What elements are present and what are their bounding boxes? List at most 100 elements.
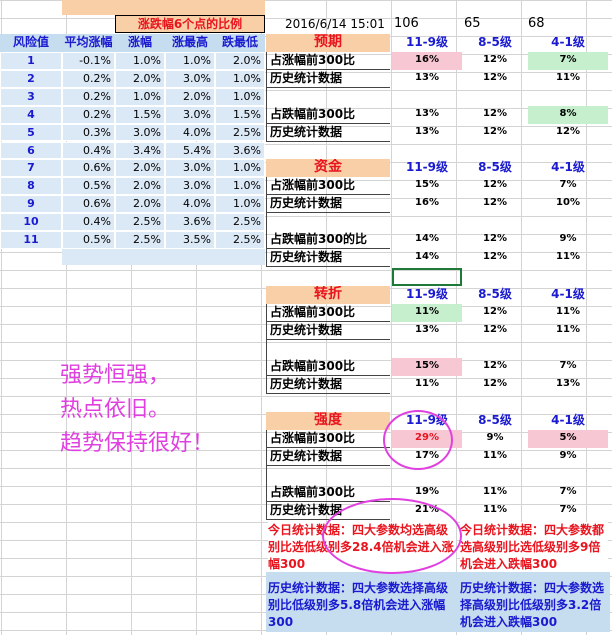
left-cell-r0-c4: 2.0%	[215, 52, 265, 70]
left-header-0: 风险值	[0, 34, 62, 52]
left-cell-r5-c1: 0.4%	[62, 141, 115, 160]
left-cell-r0-c0: 1	[0, 52, 62, 70]
count-3: 68	[528, 16, 545, 31]
section-value-1-4-0: 14%	[415, 251, 439, 262]
left-cell-r3-c1: 0.2%	[62, 105, 115, 124]
left-cell-r10-c3: 3.5%	[165, 231, 215, 249]
left-cell-r2-c3: 2.0%	[165, 87, 215, 106]
level-header-2-1: 8-5级	[478, 287, 512, 301]
left-cell-r0-c3: 1.0%	[165, 52, 215, 70]
highlight-circle-strength	[383, 410, 453, 470]
left-cell-r7-c0: 8	[0, 177, 62, 196]
left-cell-r9-c1: 0.4%	[62, 213, 115, 231]
left-cell-r9-c0: 10	[0, 213, 62, 231]
left-cell-r1-c2: 2.0%	[115, 69, 165, 88]
level-header-1-0: 11-9级	[405, 160, 449, 174]
left-cell-r5-c2: 3.4%	[115, 141, 165, 160]
section-value-1-2-0	[392, 213, 462, 231]
left-cell-r5-c4: 3.6%	[215, 141, 265, 160]
left-cell-r7-c2: 2.0%	[115, 177, 165, 196]
section-value-1-4-1: 12%	[483, 251, 507, 262]
left-cell-r4-c3: 4.0%	[165, 123, 215, 142]
section-value-2-3-0: 15%	[392, 358, 462, 376]
section-row-label-2-4: 历史统计数据	[266, 376, 390, 394]
section-value-0-1-1: 12%	[483, 72, 507, 83]
section-value-1-1-0: 16%	[415, 197, 439, 208]
left-cell-r3-c0: 4	[0, 105, 62, 124]
section-value-0-2-0	[392, 88, 462, 106]
left-cell-r8-c4: 1.0%	[215, 195, 265, 214]
handwritten-note-1: 强势恒强，	[60, 363, 171, 388]
section-value-0-4-1: 12%	[483, 126, 507, 137]
left-header-3: 涨最高	[165, 34, 215, 52]
section-value-1-0-0: 15%	[415, 179, 439, 190]
header-band	[62, 0, 265, 15]
section-value-3-2-2	[528, 466, 608, 484]
section-value-2-4-2: 13%	[556, 378, 580, 389]
level-header-1-1: 8-5级	[478, 160, 512, 174]
left-cell-r1-c0: 2	[0, 69, 62, 88]
section-value-1-0-1: 12%	[483, 179, 507, 190]
section-row-label-1-0: 占涨幅前300比	[266, 177, 390, 195]
left-cell-r6-c4: 1.0%	[215, 159, 265, 178]
left-cell-r6-c1: 0.6%	[62, 159, 115, 178]
left-cell-r1-c1: 0.2%	[62, 69, 115, 88]
left-cell-r7-c4: 1.0%	[215, 177, 265, 196]
left-cell-r10-c2: 2.5%	[115, 231, 165, 249]
level-header-1-2: 4-1级	[551, 160, 585, 174]
section-title-1: 资金	[266, 159, 390, 177]
section-value-0-3-0: 13%	[415, 108, 439, 119]
section-value-2-2-2	[528, 340, 608, 358]
count-2: 65	[464, 16, 481, 31]
section-title-0: 预期	[266, 34, 390, 52]
section-value-2-2-0	[392, 340, 462, 358]
section-value-3-1-2: 9%	[559, 450, 577, 461]
left-cell-r4-c4: 2.5%	[215, 123, 265, 142]
section-value-3-4-2: 7%	[559, 504, 577, 515]
section-spacer-3-2	[266, 466, 390, 484]
left-cell-r8-c3: 4.0%	[165, 195, 215, 214]
section-spacer-2-2	[266, 340, 390, 358]
section-value-0-0-2: 7%	[528, 52, 608, 70]
section-row-label-1-1: 历史统计数据	[266, 195, 390, 213]
left-cell-r4-c2: 3.0%	[115, 123, 165, 142]
left-cell-r1-c4: 1.0%	[215, 69, 265, 88]
section-spacer-0-2	[266, 88, 390, 106]
left-cell-r5-c3: 5.4%	[165, 141, 215, 160]
level-header-0-2: 4-1级	[551, 35, 585, 49]
section-spacer-1-2	[266, 213, 390, 231]
count-1: 106	[394, 16, 419, 31]
level-header-0-1: 8-5级	[478, 35, 512, 49]
section-title-3: 强度	[266, 412, 390, 430]
left-header-2: 涨幅	[115, 34, 165, 52]
left-cell-r7-c1: 0.5%	[62, 177, 115, 196]
section-value-2-0-1: 12%	[483, 306, 507, 317]
left-cell-r1-c3: 3.0%	[165, 69, 215, 88]
left-cell-r7-c3: 3.0%	[165, 177, 215, 196]
level-header-2-0: 11-9级	[405, 287, 449, 301]
section-value-2-2-1	[462, 340, 528, 358]
section-value-1-3-0: 14%	[415, 233, 439, 244]
section-value-1-1-2: 10%	[556, 197, 580, 208]
section-row-label-1-4: 历史统计数据	[266, 249, 390, 267]
section-value-3-4-1: 11%	[483, 504, 507, 515]
handwritten-note-2: 热点依旧。	[60, 397, 171, 422]
section-value-2-0-0: 11%	[392, 304, 462, 322]
section-value-3-3-2: 7%	[559, 486, 577, 497]
section-row-label-1-3: 占跌幅前300的比	[266, 231, 390, 249]
section-value-2-3-1: 12%	[483, 360, 507, 371]
level-header-0-0: 11-9级	[405, 35, 449, 49]
section-value-2-0-2: 11%	[556, 306, 580, 317]
left-cell-r6-c3: 3.0%	[165, 159, 215, 178]
today-down-note: 今日统计数据：四大参数都选高级别比选低级别多9倍机会进入跌幅300	[460, 522, 608, 572]
section-title-2: 转折	[266, 286, 390, 304]
left-cell-r8-c0: 9	[0, 195, 62, 214]
section-value-0-0-0: 16%	[392, 52, 462, 70]
hist-down-note: 历史统计数据：四大参数选择高级别比低级别多3.2倍机会进入跌幅300	[460, 581, 605, 629]
selected-cell[interactable]	[392, 268, 462, 286]
level-header-3-1: 8-5级	[478, 413, 512, 427]
section-row-label-2-1: 历史统计数据	[266, 322, 390, 340]
section-value-2-1-1: 12%	[483, 324, 507, 335]
section-value-0-2-2	[528, 88, 608, 106]
section-value-0-3-2: 8%	[528, 106, 608, 124]
